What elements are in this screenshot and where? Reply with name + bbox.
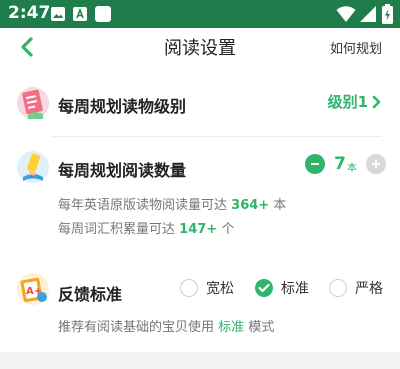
info-unit: 本 — [273, 198, 287, 213]
option-label: 严格 — [355, 281, 383, 297]
info-text: 每周词汇积累量可达 — [58, 222, 176, 237]
plus-icon — [372, 160, 380, 168]
info-text: 每年英语原版读物阅读量可达 — [58, 198, 228, 213]
quantity-unit: 本 — [347, 162, 357, 174]
level-selector[interactable]: 级别1 — [328, 91, 382, 112]
yearly-reading-info: 每年英语原版读物阅读量可达 364+ 本 — [58, 194, 286, 213]
decrease-button[interactable] — [305, 154, 326, 174]
wifi-icon — [336, 5, 356, 27]
header: 阅读设置 如何规划 — [0, 28, 400, 66]
feedback-hint: 推荐有阅读基础的宝贝使用 标准 模式 — [58, 316, 274, 335]
weekly-level-label: 每周规划读物级别 — [58, 97, 187, 116]
option-label: 标准 — [281, 281, 309, 297]
how-to-plan-link[interactable]: 如何规划 — [330, 38, 382, 57]
option-strict[interactable]: 严格 — [329, 278, 383, 298]
divider — [52, 136, 382, 137]
pencil-book-icon — [16, 150, 50, 184]
hint-suffix: 模式 — [248, 320, 275, 335]
weekly-vocab-info: 每周词汇积累量可达 147+ 个 — [58, 218, 234, 237]
option-label: 宽松 — [206, 281, 234, 297]
battery-charging-icon — [382, 4, 393, 28]
increase-button[interactable] — [366, 154, 386, 174]
chevron-right-icon — [372, 95, 381, 108]
radio-checked-icon — [255, 279, 273, 297]
image-icon — [50, 6, 66, 26]
feedback-standard-label: 反馈标准 — [58, 285, 123, 304]
a-box-icon — [72, 6, 88, 26]
yearly-books-count: 364+ — [231, 198, 270, 213]
quantity-value: 7 — [334, 154, 346, 174]
radio-unchecked — [180, 279, 198, 297]
hint-highlight: 标准 — [218, 320, 245, 335]
signal-icon — [359, 5, 377, 27]
quantity-stepper: 7 本 — [305, 154, 386, 174]
feedback-options: 宽松 标准 严格 — [180, 278, 390, 300]
feedback-card-icon: A+ — [16, 272, 50, 306]
option-standard[interactable]: 标准 — [255, 278, 309, 298]
option-loose[interactable]: 宽松 — [180, 278, 234, 298]
status-time: 2:47 — [8, 3, 51, 23]
level-value: 级别1 — [327, 93, 368, 111]
bottom-separator — [0, 352, 400, 369]
hint-text: 推荐有阅读基础的宝贝使用 — [58, 320, 215, 335]
weekly-words-count: 147+ — [179, 222, 218, 237]
white-square-icon — [94, 5, 112, 27]
reading-level-icon — [16, 86, 50, 120]
status-bar: 2:47 — [0, 0, 400, 28]
info-unit: 个 — [221, 222, 235, 237]
radio-unchecked — [329, 279, 347, 297]
minus-icon — [311, 163, 320, 165]
weekly-quantity-label: 每周规划阅读数量 — [58, 161, 187, 180]
